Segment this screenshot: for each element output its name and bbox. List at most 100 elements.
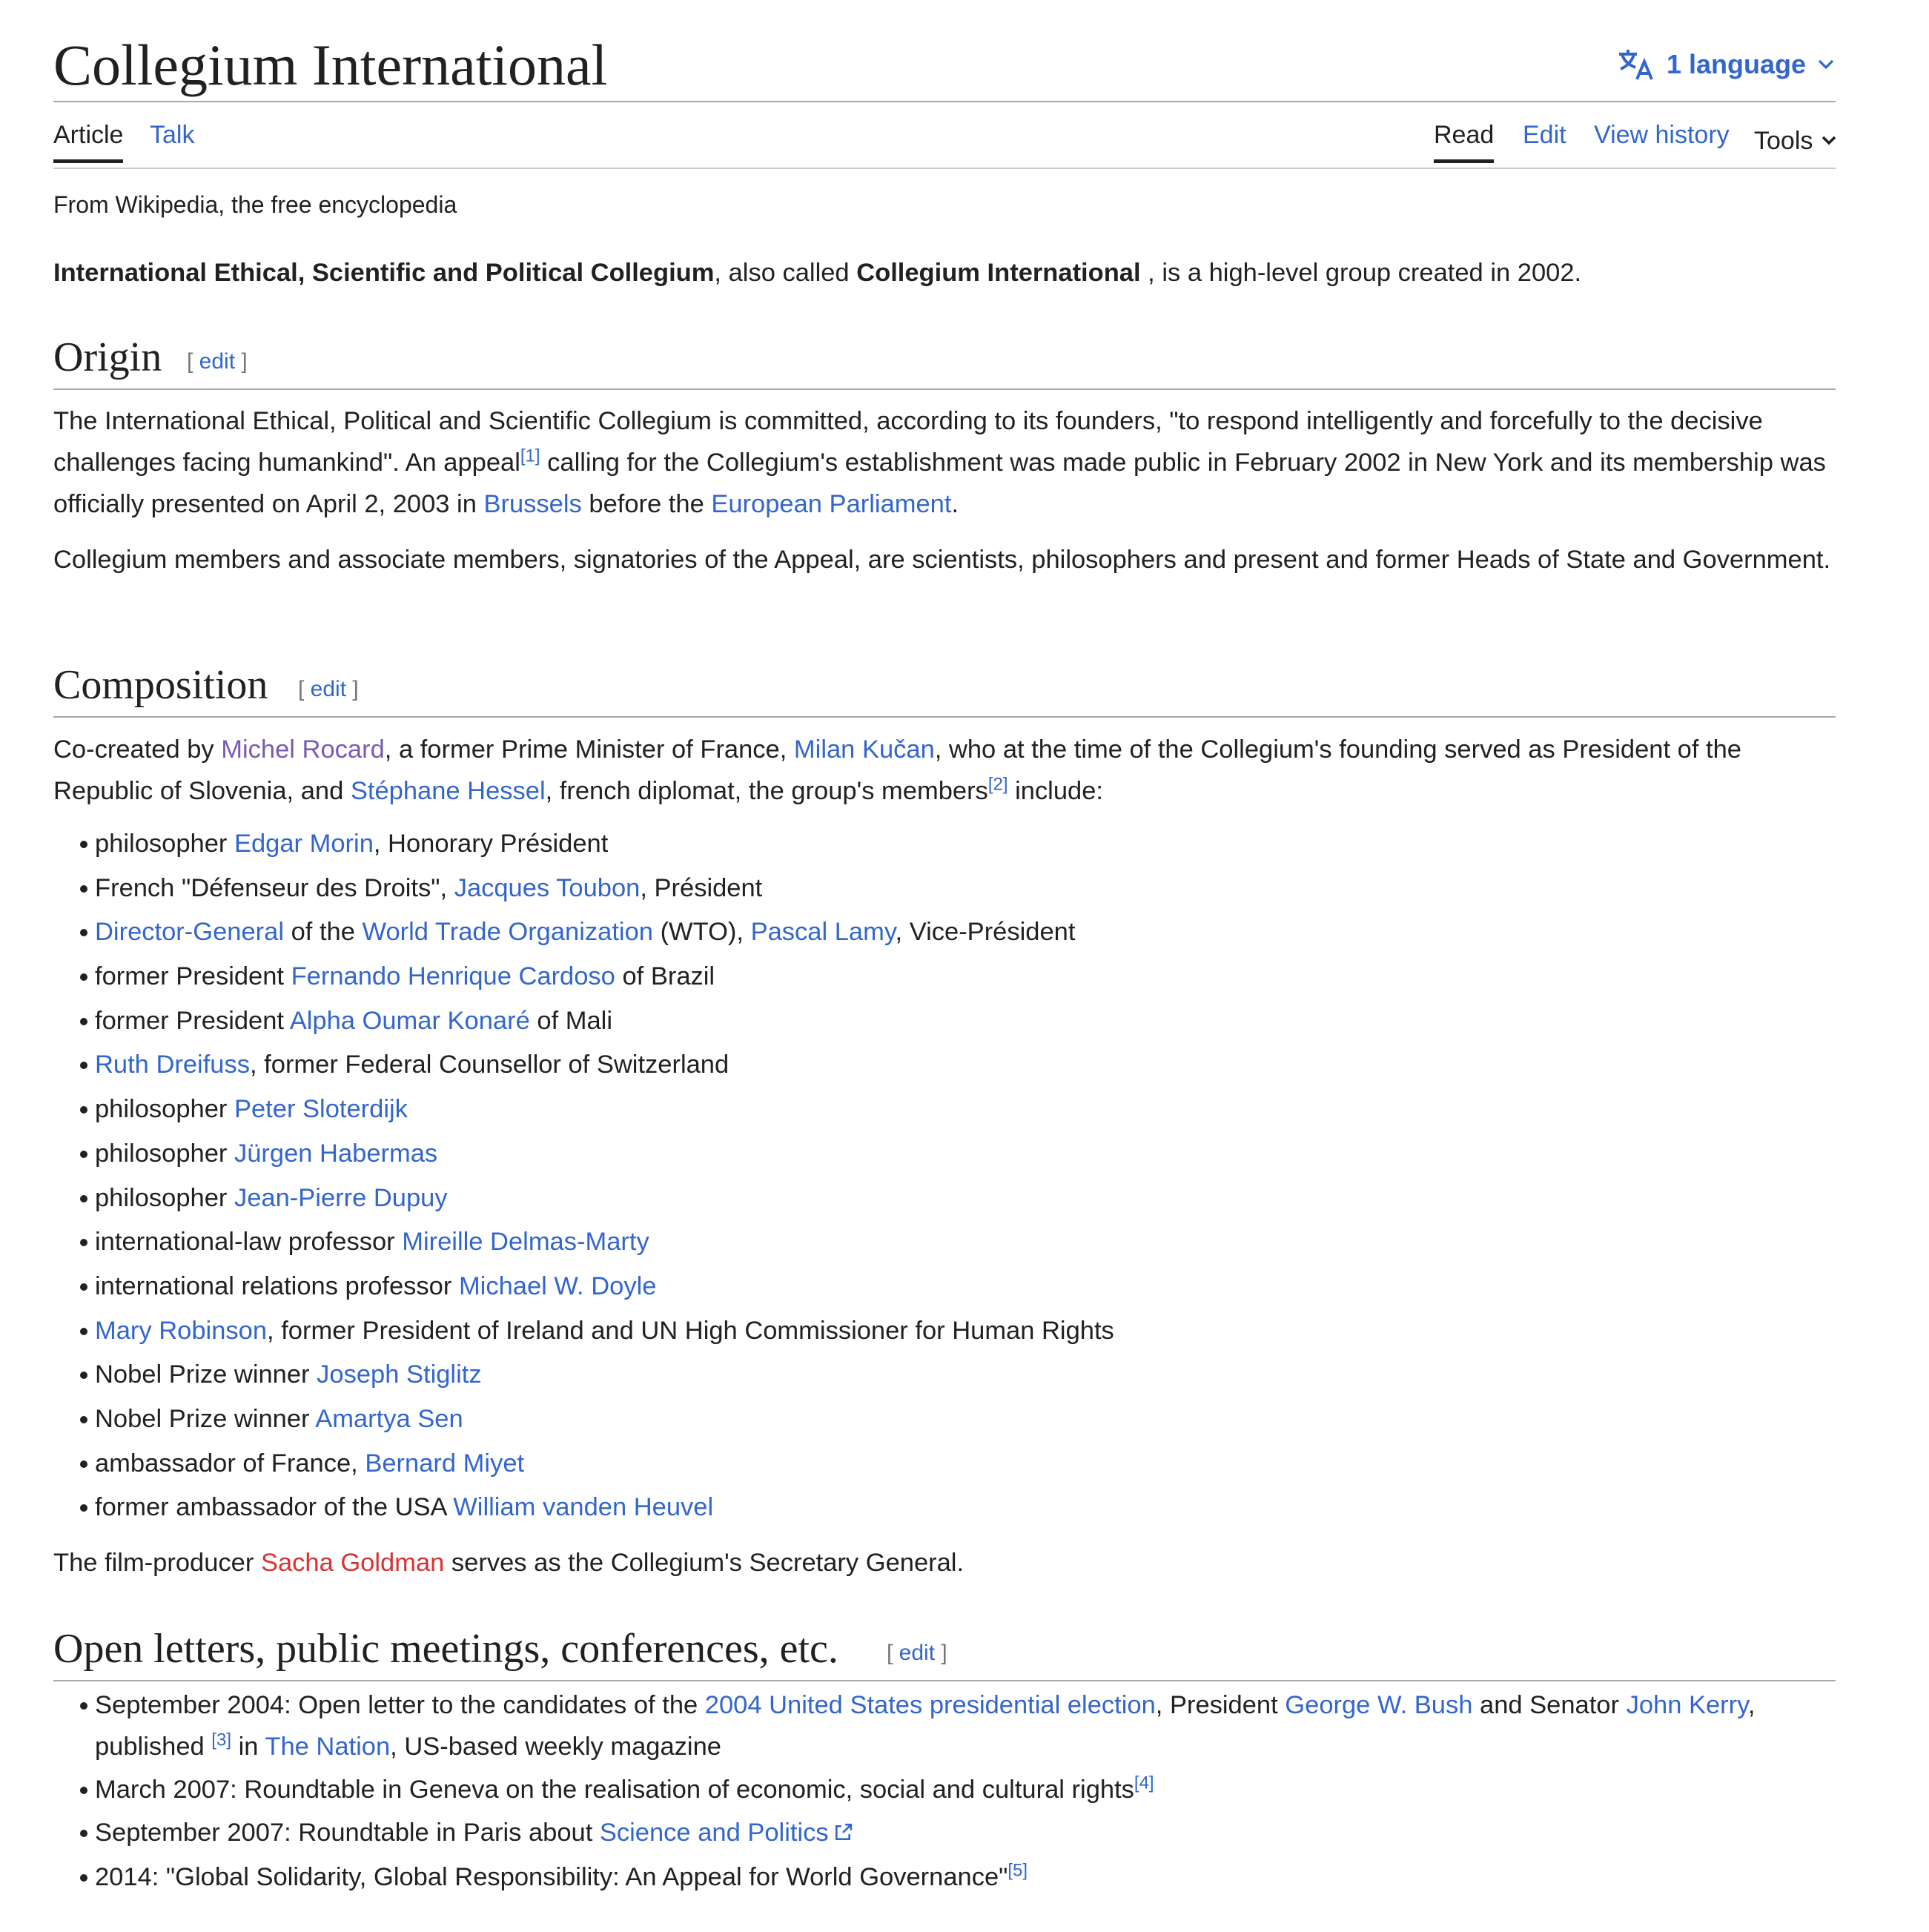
link-william-vanden-heuvel[interactable]: William vanden Heuvel (453, 1493, 713, 1521)
link-stephane-hessel[interactable]: Stéphane Hessel (351, 777, 546, 805)
link-director-general[interactable]: Director-General (95, 918, 284, 946)
language-label: 1 language (1666, 49, 1806, 79)
list-item: September 2007: Roundtable in Paris abou… (53, 1812, 1833, 1855)
open-letters-list: September 2004: Open letter to the candi… (53, 1684, 1833, 1899)
citation-link[interactable]: [4] (1134, 1773, 1154, 1793)
section-heading-open-letters: Open letters, public meetings, conferenc… (53, 1621, 1836, 1681)
member-list-item: philosopher Edgar Morin, Honorary Présid… (53, 823, 1833, 864)
edit-link[interactable]: edit (899, 1641, 935, 1665)
member-list-item: former President Alpha Oumar Konaré of M… (53, 1000, 1833, 1042)
list-item: March 2007: Roundtable in Geneva on the … (53, 1769, 1833, 1810)
citation-link[interactable]: [5] (1007, 1860, 1028, 1880)
citation-link[interactable]: [1] (520, 446, 540, 466)
tools-menu[interactable]: Tools (1754, 119, 1838, 163)
link-amartya-sen[interactable]: Amartya Sen (315, 1405, 463, 1433)
text: Nobel Prize winner (95, 1404, 316, 1433)
text: , Vice-Président (895, 918, 1076, 947)
text: philosopher (95, 830, 234, 858)
tab-view-history[interactable]: View history (1594, 119, 1730, 163)
chevron-down-icon (1820, 125, 1838, 157)
member-list-item: ambassador of France, Bernard Miyet (53, 1443, 1833, 1484)
tab-read[interactable]: Read (1434, 119, 1495, 163)
link-jurgen-habermas[interactable]: Jürgen Habermas (234, 1139, 437, 1168)
citation-link[interactable]: [2] (988, 775, 1008, 795)
member-list-item: Ruth Dreifuss, former Federal Counsellor… (53, 1044, 1833, 1085)
link-edgar-morin[interactable]: Edgar Morin (234, 830, 374, 858)
edit-section-origin: [ edit ] (187, 349, 248, 374)
text: ambassador of France, (95, 1449, 365, 1478)
link-milan-kucan[interactable]: Milan Kučan (794, 735, 935, 764)
link-the-nation[interactable]: The Nation (265, 1733, 390, 1761)
link-john-kerry[interactable]: John Kerry (1627, 1691, 1748, 1719)
text: , former Federal Counsellor of Switzerla… (250, 1051, 729, 1079)
link-mary-robinson[interactable]: Mary Robinson (95, 1317, 267, 1345)
link-fernando-henrique-cardoso[interactable]: Fernando Henrique Cardoso (291, 962, 615, 990)
text: , Président (640, 873, 763, 902)
list-item: September 2004: Open letter to the candi… (53, 1684, 1833, 1767)
link-ruth-dreifuss[interactable]: Ruth Dreifuss (95, 1051, 250, 1079)
link-european-parliament[interactable]: European Parliament (711, 490, 951, 518)
link-michel-rocard[interactable]: Michel Rocard (221, 735, 385, 764)
text: philosopher (95, 1183, 234, 1212)
text: before the (581, 490, 712, 518)
citation-link[interactable]: [3] (211, 1730, 231, 1750)
link-george-w-bush[interactable]: George W. Bush (1285, 1691, 1472, 1719)
intro-paragraph: International Ethical, Scientific and Po… (53, 252, 1833, 294)
text: philosopher (95, 1095, 234, 1124)
link-brussels[interactable]: Brussels (484, 490, 582, 518)
text: include: (1007, 777, 1103, 805)
edit-section-composition: [ edit ] (298, 677, 359, 701)
text: The film-producer (53, 1549, 261, 1577)
text: Co-created by (53, 735, 222, 764)
member-list-item: philosopher Jürgen Habermas (53, 1133, 1833, 1174)
member-list-item: former ambassador of the USA William van… (53, 1486, 1833, 1528)
member-list-item: French "Défenseur des Droits", Jacques T… (53, 867, 1833, 909)
text: , a former Prime Minister of France, (384, 735, 794, 764)
link-world-trade-organization[interactable]: World Trade Organization (363, 918, 653, 946)
link-jacques-toubon[interactable]: Jacques Toubon (454, 874, 641, 902)
link-jean-pierre-dupuy[interactable]: Jean-Pierre Dupuy (234, 1184, 448, 1212)
heading-text: Composition (53, 662, 268, 708)
tab-edit[interactable]: Edit (1523, 119, 1566, 163)
link-michael-w-doyle[interactable]: Michael W. Doyle (459, 1272, 657, 1300)
link-bernard-miyet[interactable]: Bernard Miyet (365, 1449, 524, 1478)
link-pascal-lamy[interactable]: Pascal Lamy (751, 918, 896, 946)
text: of the (284, 918, 363, 947)
text: French "Défenseur des Droits", (95, 873, 454, 902)
text: former President (95, 1006, 290, 1035)
edit-link[interactable]: edit (199, 349, 235, 374)
section-heading-origin: Origin [ edit ] (53, 329, 1836, 390)
edit-link[interactable]: edit (311, 677, 346, 701)
title-bar: Collegium International 1 language (53, 30, 1836, 102)
site-tagline: From Wikipedia, the free encyclopedia (53, 191, 457, 218)
text: Nobel Prize winner (95, 1360, 317, 1389)
link-2004-election[interactable]: 2004 United States presidential election (705, 1691, 1156, 1719)
text: international-law professor (95, 1228, 403, 1257)
link-alpha-oumar-konare[interactable]: Alpha Oumar Konaré (290, 1007, 530, 1035)
composition-paragraph: Co-created by Michel Rocard, a former Pr… (53, 729, 1833, 812)
heading-text: Open letters, public meetings, conferenc… (53, 1626, 838, 1672)
text: , also called (714, 259, 857, 287)
chevron-down-icon (1816, 55, 1836, 74)
text: , President (1155, 1691, 1286, 1719)
member-list-item: philosopher Jean-Pierre Dupuy (53, 1177, 1833, 1219)
text: September 2004: Open letter to the candi… (95, 1691, 705, 1719)
text: former President (95, 962, 291, 991)
text: , US-based weekly magazine (390, 1733, 721, 1761)
list-item: 2014: "Global Solidarity, Global Respons… (53, 1856, 1833, 1898)
tools-label: Tools (1754, 127, 1813, 155)
text: of Brazil (615, 962, 715, 991)
link-science-and-politics[interactable]: Science and Politics (600, 1819, 829, 1847)
tab-article[interactable]: Article (53, 119, 124, 163)
language-button[interactable]: 1 language (1618, 46, 1836, 83)
tab-talk[interactable]: Talk (150, 119, 194, 163)
link-sacha-goldman[interactable]: Sacha Goldman (261, 1549, 444, 1577)
text: , french diplomat, the group's members (545, 777, 988, 805)
bold-term: International Ethical, Scientific and Po… (53, 259, 715, 287)
link-peter-sloterdijk[interactable]: Peter Sloterdijk (234, 1095, 408, 1123)
text: September 2007: Roundtable in Paris abou… (95, 1819, 600, 1847)
text: . (951, 490, 959, 518)
member-list-item: former President Fernando Henrique Cardo… (53, 956, 1833, 997)
link-mireille-delmas-marty[interactable]: Mireille Delmas-Marty (402, 1228, 649, 1256)
link-joseph-stiglitz[interactable]: Joseph Stiglitz (317, 1360, 481, 1389)
